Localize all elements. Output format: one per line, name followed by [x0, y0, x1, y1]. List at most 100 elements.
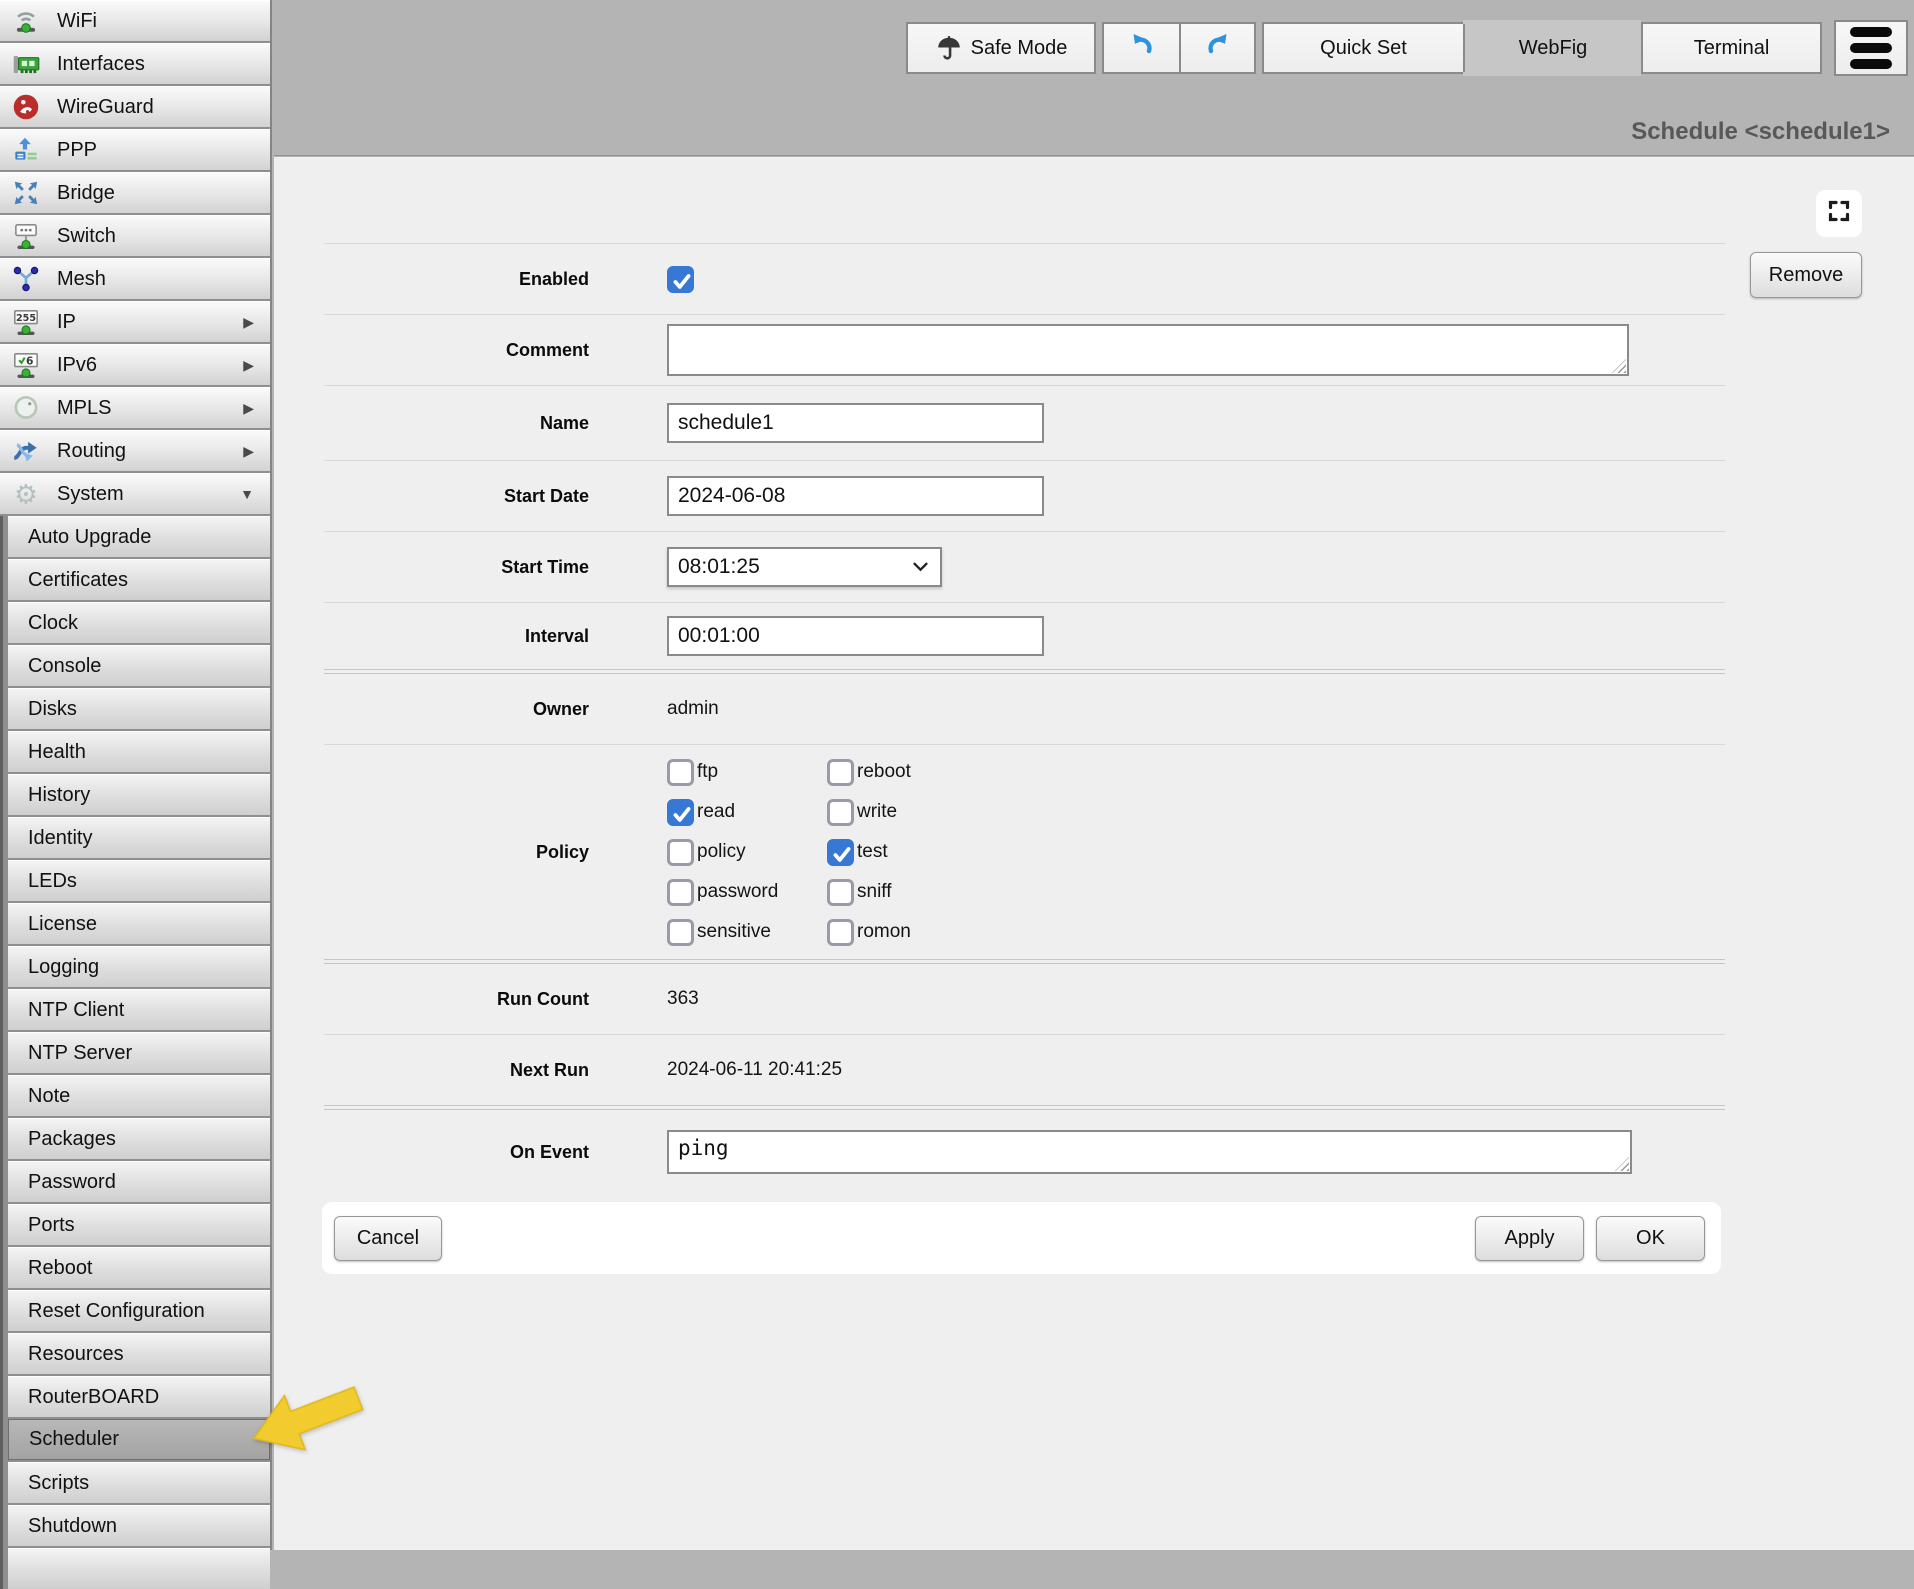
svg-text:255: 255 [16, 313, 36, 324]
tab-quick-set[interactable]: Quick Set [1264, 24, 1463, 72]
hamburger-menu-button[interactable] [1834, 20, 1908, 76]
redo-button[interactable] [1179, 24, 1254, 72]
policy-checkbox-write[interactable] [827, 799, 854, 826]
sidebar-item-scripts[interactable]: Scripts [8, 1462, 270, 1503]
sidebar-item-ip[interactable]: 255 IP ▶ [0, 301, 270, 342]
sidebar-item-note[interactable]: Note [8, 1075, 270, 1116]
sidebar-item-label: WiFi [57, 10, 97, 33]
policy-row: Policy ftp reboot read write policy test… [324, 745, 1725, 959]
run-count-row: Run Count 363 [324, 964, 1725, 1034]
sidebar-item-disks[interactable]: Disks [8, 688, 270, 729]
ok-button[interactable]: OK [1596, 1216, 1705, 1261]
chevron-right-icon: ▶ [243, 443, 254, 460]
hamburger-icon [1850, 27, 1892, 69]
sidebar-item-mesh[interactable]: Mesh [0, 258, 270, 299]
sidebar-item-auto-upgrade[interactable]: Auto Upgrade [8, 516, 270, 557]
sidebar-item-ipv6[interactable]: 6 IPv6 ▶ [0, 344, 270, 385]
system-submenu: Auto Upgrade Certificates Clock Console … [0, 516, 270, 1589]
sidebar-item-wifi[interactable]: WiFi [0, 0, 270, 41]
sidebar-item-ntp-server[interactable]: NTP Server [8, 1032, 270, 1073]
comment-input[interactable] [667, 324, 1629, 376]
sidebar-item-partial[interactable] [8, 1548, 270, 1589]
tab-webfig[interactable]: WebFig [1463, 24, 1641, 72]
start-date-label: Start Date [324, 486, 667, 507]
enabled-label: Enabled [324, 269, 667, 290]
sidebar-item-certificates[interactable]: Certificates [8, 559, 270, 600]
sidebar-item-label: Mesh [57, 268, 106, 291]
owner-value: admin [667, 698, 719, 720]
start-time-label: Start Time [324, 557, 667, 578]
comment-row: Comment [324, 315, 1725, 385]
sidebar-item-label: WireGuard [57, 96, 154, 119]
sidebar-item-reset-configuration[interactable]: Reset Configuration [8, 1290, 270, 1331]
interfaces-icon [10, 48, 42, 80]
next-run-value: 2024-06-11 20:41:25 [667, 1059, 842, 1081]
sidebar-item-reboot[interactable]: Reboot [8, 1247, 270, 1288]
sidebar-item-password[interactable]: Password [8, 1161, 270, 1202]
remove-button[interactable]: Remove [1750, 252, 1862, 298]
policy-checkbox-reboot[interactable] [827, 759, 854, 786]
safe-mode-label: Safe Mode [971, 37, 1068, 60]
header-bar: Safe Mode Quick Set WebFig Terminal Sche… [274, 0, 1914, 156]
policy-checkbox-romon[interactable] [827, 919, 854, 946]
sidebar-item-history[interactable]: History [8, 774, 270, 815]
cancel-button[interactable]: Cancel [334, 1216, 442, 1261]
policy-checkbox-read[interactable] [667, 799, 694, 826]
sidebar-item-mpls[interactable]: MPLS ▶ [0, 387, 270, 428]
policy-checkbox-ftp[interactable] [667, 759, 694, 786]
on-event-row: On Event ping [324, 1110, 1725, 1194]
name-input[interactable] [667, 403, 1044, 443]
sidebar-item-routing[interactable]: Routing ▶ [0, 430, 270, 471]
chevron-right-icon: ▶ [243, 357, 254, 374]
sidebar-item-wireguard[interactable]: WireGuard [0, 86, 270, 127]
enabled-row: Enabled [324, 244, 1725, 314]
sidebar-item-logging[interactable]: Logging [8, 946, 270, 987]
sidebar-item-routerboard[interactable]: RouterBOARD [8, 1376, 270, 1417]
sidebar-item-ntp-client[interactable]: NTP Client [8, 989, 270, 1030]
policy-checkbox-sensitive[interactable] [667, 919, 694, 946]
policy-checkbox-sniff[interactable] [827, 879, 854, 906]
apply-button[interactable]: Apply [1475, 1216, 1584, 1261]
sidebar-item-leds[interactable]: LEDs [8, 860, 270, 901]
page-title: Schedule <schedule1> [1631, 118, 1890, 146]
start-time-value: 08:01:25 [678, 555, 760, 579]
sidebar-item-packages[interactable]: Packages [8, 1118, 270, 1159]
mesh-icon [10, 263, 42, 295]
interval-label: Interval [324, 626, 667, 647]
sidebar: WiFi Interfaces WireGuard PPP Bridge Swi… [0, 0, 272, 1550]
policy-checkbox-password[interactable] [667, 879, 694, 906]
sidebar-item-scheduler[interactable]: Scheduler [8, 1419, 270, 1460]
sidebar-item-console[interactable]: Console [8, 645, 270, 686]
sidebar-item-ppp[interactable]: PPP [0, 129, 270, 170]
sidebar-item-system[interactable]: ⚙ System ▼ [0, 473, 270, 514]
safe-mode-button[interactable]: Safe Mode [906, 22, 1096, 74]
fullscreen-button[interactable] [1816, 190, 1862, 237]
sidebar-item-interfaces[interactable]: Interfaces [0, 43, 270, 84]
umbrella-icon [935, 34, 963, 62]
interval-row: Interval [324, 603, 1725, 669]
system-icon: ⚙ [10, 478, 42, 510]
start-time-select[interactable]: 08:01:25 [667, 547, 942, 587]
sidebar-item-license[interactable]: License [8, 903, 270, 944]
sidebar-item-ports[interactable]: Ports [8, 1204, 270, 1245]
check-icon [671, 804, 693, 826]
interval-input[interactable] [667, 616, 1044, 656]
tab-terminal[interactable]: Terminal [1641, 24, 1820, 72]
start-date-input[interactable] [667, 476, 1044, 516]
enabled-checkbox[interactable] [667, 266, 694, 293]
sidebar-item-bridge[interactable]: Bridge [0, 172, 270, 213]
sidebar-item-shutdown[interactable]: Shutdown [8, 1505, 270, 1546]
sidebar-item-label: Switch [57, 225, 116, 248]
sidebar-item-clock[interactable]: Clock [8, 602, 270, 643]
next-run-label: Next Run [324, 1060, 667, 1081]
sidebar-item-switch[interactable]: Switch [0, 215, 270, 256]
sidebar-item-label: PPP [57, 139, 97, 162]
sidebar-item-health[interactable]: Health [8, 731, 270, 772]
policy-checkbox-policy[interactable] [667, 839, 694, 866]
sidebar-item-resources[interactable]: Resources [8, 1333, 270, 1374]
sidebar-item-label: Interfaces [57, 53, 145, 76]
sidebar-item-identity[interactable]: Identity [8, 817, 270, 858]
policy-checkbox-test[interactable] [827, 839, 854, 866]
on-event-input[interactable]: ping [667, 1130, 1632, 1174]
undo-button[interactable] [1104, 24, 1179, 72]
